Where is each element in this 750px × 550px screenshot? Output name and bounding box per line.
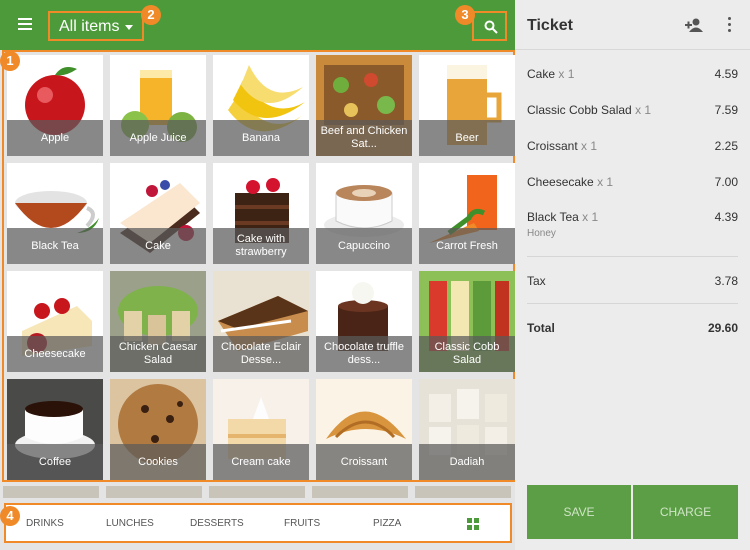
item-grid: Apple Apple Juice Banana Beef and Chicke… <box>7 55 515 480</box>
tax-label: Tax <box>527 274 546 288</box>
hamburger-menu-icon[interactable] <box>18 18 32 30</box>
callout-4: 4 <box>0 506 20 526</box>
item-tile[interactable]: Classic Cobb Salad <box>419 271 515 372</box>
item-label: Chocolate Eclair Desse... <box>213 336 309 372</box>
item-tile[interactable]: Cake with strawberry <box>213 163 309 264</box>
category-dropdown-label: All items <box>59 18 120 35</box>
tax-row: Tax 3.78 <box>527 274 738 288</box>
item-tile[interactable]: Dadiah <box>419 379 515 480</box>
item-tile[interactable]: Chicken Caesar Salad <box>110 271 206 372</box>
line-qty: x 1 <box>582 210 599 224</box>
line-name: Classic Cobb Salad <box>527 103 632 117</box>
ticket-pane: Ticket Cake x 1 4.59 Classic Cobb Salad … <box>515 0 750 550</box>
item-label: Apple Juice <box>110 120 206 156</box>
tab-lunches[interactable]: LUNCHES <box>106 518 154 529</box>
item-label: Cake with strawberry <box>213 228 309 264</box>
item-label: Beer <box>419 120 515 156</box>
item-label: Banana <box>213 120 309 156</box>
item-label: Cheesecake <box>7 336 103 372</box>
category-tab-bar: DRINKS LUNCHES DESSERTS FRUITS PIZZA <box>4 503 512 543</box>
callout-3: 3 <box>455 5 475 25</box>
item-label: Cake <box>110 228 206 264</box>
tab-desserts[interactable]: DESSERTS <box>190 518 244 529</box>
item-label: Coffee <box>7 444 103 480</box>
total-value: 29.60 <box>707 321 738 335</box>
item-label: Classic Cobb Salad <box>419 336 515 372</box>
save-button[interactable]: SAVE <box>527 485 631 539</box>
caret-down-icon <box>125 25 133 30</box>
item-tile[interactable]: Capuccino <box>316 163 412 264</box>
item-tile[interactable]: Apple <box>7 55 103 156</box>
more-options-icon[interactable] <box>728 17 732 33</box>
line-qty: x 1 <box>635 103 652 117</box>
divider <box>527 303 738 304</box>
item-grid-frame: Apple Apple Juice Banana Beef and Chicke… <box>2 50 515 482</box>
ticket-line[interactable]: Classic Cobb Salad x 1 7.59 <box>527 103 738 117</box>
line-price: 7.00 <box>714 175 738 189</box>
catalog-pane: All items Apple Apple Juice Banana Beef … <box>0 0 515 550</box>
line-price: 4.39 <box>714 210 738 224</box>
item-label: Carrot Fresh <box>419 228 515 264</box>
line-qty: x 1 <box>558 67 575 81</box>
top-app-bar: All items <box>0 0 515 50</box>
add-customer-icon[interactable] <box>685 18 703 32</box>
line-modifier: Honey <box>527 228 556 239</box>
item-label: Croissant <box>316 444 412 480</box>
charge-button[interactable]: CHARGE <box>633 485 738 539</box>
line-price: 2.25 <box>714 139 738 153</box>
item-tile[interactable]: Cookies <box>110 379 206 480</box>
callout-1: 1 <box>0 51 20 71</box>
line-name: Cake <box>527 67 556 81</box>
item-tile[interactable]: Cheesecake <box>7 271 103 372</box>
item-label: Chicken Caesar Salad <box>110 336 206 372</box>
item-label: Black Tea <box>7 228 103 264</box>
item-tile[interactable]: Black Tea <box>7 163 103 264</box>
item-tile[interactable]: Beer <box>419 55 515 156</box>
line-name: Cheesecake <box>527 175 594 189</box>
next-row-peek <box>3 486 513 498</box>
item-tile[interactable]: Cream cake <box>213 379 309 480</box>
item-label: Beef and Chicken Sat... <box>316 120 412 156</box>
item-tile[interactable]: Beef and Chicken Sat... <box>316 55 412 156</box>
search-button[interactable] <box>472 11 507 41</box>
tax-value: 3.78 <box>714 274 738 288</box>
ticket-line[interactable]: Cheesecake x 1 7.00 <box>527 175 738 189</box>
tab-drinks[interactable]: DRINKS <box>26 518 64 529</box>
ticket-line[interactable]: Black Tea x 1 4.39 Honey <box>527 210 738 239</box>
total-label: Total <box>527 321 555 335</box>
callout-2: 2 <box>141 5 161 25</box>
divider <box>527 256 738 257</box>
item-tile[interactable]: Coffee <box>7 379 103 480</box>
category-dropdown[interactable]: All items <box>48 11 144 41</box>
item-label: Dadiah <box>419 444 515 480</box>
line-name: Croissant <box>527 139 578 153</box>
item-label: Cream cake <box>213 444 309 480</box>
item-tile[interactable]: Banana <box>213 55 309 156</box>
item-tile[interactable]: Apple Juice <box>110 55 206 156</box>
grid-view-icon[interactable] <box>467 518 479 530</box>
item-label: Apple <box>7 120 103 156</box>
line-name: Black Tea <box>527 210 579 224</box>
line-qty: x 1 <box>581 139 598 153</box>
item-label: Capuccino <box>316 228 412 264</box>
ticket-line[interactable]: Croissant x 1 2.25 <box>527 139 738 153</box>
search-icon <box>484 20 498 34</box>
tab-pizza[interactable]: PIZZA <box>373 518 401 529</box>
item-label: Cookies <box>110 444 206 480</box>
line-price: 4.59 <box>714 67 738 81</box>
ticket-line[interactable]: Cake x 1 4.59 <box>527 67 738 81</box>
ticket-title: Ticket <box>527 17 573 34</box>
item-tile[interactable]: Cake <box>110 163 206 264</box>
tab-fruits[interactable]: FRUITS <box>284 518 320 529</box>
item-label: Chocolate truffle dess... <box>316 336 412 372</box>
item-tile[interactable]: Chocolate truffle dess... <box>316 271 412 372</box>
item-tile[interactable]: Carrot Fresh <box>419 163 515 264</box>
ticket-header: Ticket <box>515 0 750 50</box>
item-tile[interactable]: Chocolate Eclair Desse... <box>213 271 309 372</box>
total-row: Total 29.60 <box>527 321 738 335</box>
line-price: 7.59 <box>714 103 738 117</box>
item-tile[interactable]: Croissant <box>316 379 412 480</box>
line-qty: x 1 <box>597 175 614 189</box>
